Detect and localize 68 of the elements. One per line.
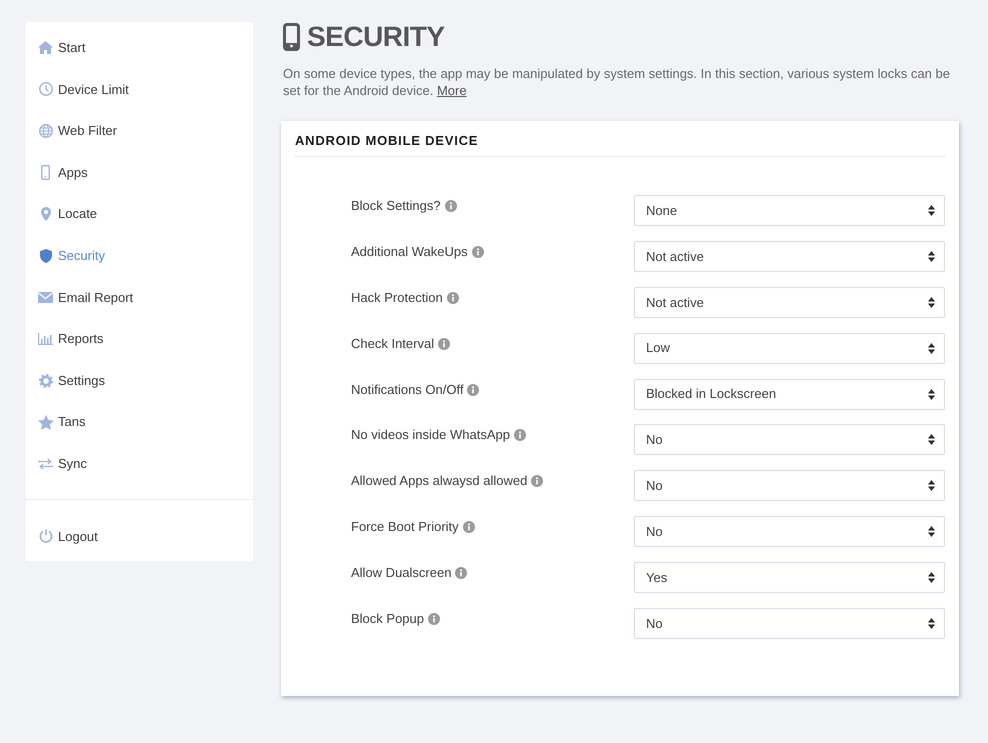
sidebar-item[interactable]: Locate — [26, 193, 253, 235]
map-pin-icon — [40, 207, 50, 222]
sidebar-item[interactable]: Settings — [26, 360, 253, 402]
setting-label: Allow Dualscreen — [351, 565, 452, 582]
sidebar-item[interactable]: Web Filter — [26, 110, 253, 152]
updown-caret-icon — [928, 205, 935, 216]
sidebar-item[interactable]: Tans — [26, 401, 253, 443]
info-icon[interactable] — [428, 613, 440, 626]
setting-label: Force Boot Priority — [351, 519, 459, 536]
dropdown-select[interactable]: Not active — [634, 240, 945, 272]
dropdown-select[interactable]: Low — [634, 332, 945, 364]
logout-link[interactable]: Logout — [26, 516, 253, 558]
page-title: SECURITY — [307, 20, 445, 54]
setting-label: Allowed Apps alwaysd allowed — [351, 473, 528, 490]
updown-caret-icon — [928, 296, 935, 308]
setting-label: Additional WakeUps — [351, 244, 468, 260]
setting-label: Block Popup — [351, 611, 424, 628]
setting-label: Block Settings? — [351, 198, 441, 214]
updown-caret-icon — [928, 388, 935, 400]
dropdown-select[interactable]: None — [634, 195, 945, 226]
globe-icon — [38, 124, 52, 138]
info-icon[interactable] — [438, 338, 450, 350]
setting-label: Notifications On/Off — [351, 382, 464, 398]
sidebar-item[interactable]: Device Limit — [26, 68, 253, 110]
setting-label: Hack Protection — [351, 290, 443, 306]
power-icon — [38, 529, 52, 544]
setting-label: No videos inside WhatsApp — [351, 427, 510, 444]
info-icon[interactable] — [462, 521, 475, 534]
bar-chart-icon — [38, 332, 53, 345]
gear-icon — [38, 374, 52, 388]
updown-caret-icon — [928, 572, 935, 584]
dropdown-select[interactable]: No — [634, 470, 945, 502]
info-icon[interactable] — [472, 246, 484, 258]
info-icon[interactable] — [455, 567, 468, 580]
sidebar-item[interactable]: Reports — [26, 318, 253, 360]
info-icon[interactable] — [446, 292, 459, 304]
envelope-icon — [38, 292, 53, 303]
card-title: ANDROID MOBILE DEVICE — [295, 133, 480, 149]
dropdown-select[interactable]: No — [634, 424, 945, 456]
clock-icon — [38, 82, 52, 96]
updown-caret-icon — [928, 250, 935, 262]
info-icon[interactable] — [531, 475, 544, 488]
dropdown-select[interactable]: No — [634, 516, 945, 548]
dropdown-select[interactable]: Not active — [634, 286, 945, 318]
updown-caret-icon — [928, 526, 935, 538]
home-icon — [38, 41, 53, 54]
dropdown-select[interactable]: No — [634, 608, 945, 640]
info-icon[interactable] — [514, 429, 526, 442]
sidebar-item[interactable]: Email Report — [26, 276, 253, 318]
sync-arrows-icon — [38, 458, 53, 470]
phone-icon — [283, 23, 300, 51]
more-link[interactable]: More — [436, 83, 467, 98]
shield-icon — [40, 248, 52, 263]
phone-icon — [41, 165, 50, 180]
sidebar-item[interactable]: Sync — [26, 442, 253, 485]
updown-caret-icon — [928, 480, 935, 492]
dropdown-select[interactable]: Blocked in Lockscreen — [634, 378, 945, 410]
updown-caret-icon — [928, 342, 935, 354]
dropdown-select[interactable]: Yes — [634, 562, 945, 594]
sidebar-item[interactable]: Start — [26, 27, 253, 69]
star-icon — [38, 414, 54, 430]
description-text: On some device types, the app may be manipulated by system settings. In this section, various system locks can be set for the Android device. More — [283, 65, 951, 99]
info-icon[interactable] — [444, 200, 457, 212]
sidebar-item[interactable]: Apps — [26, 152, 253, 194]
updown-caret-icon — [928, 618, 935, 630]
updown-caret-icon — [928, 434, 935, 446]
setting-label: Check Interval — [351, 336, 434, 352]
info-icon[interactable] — [467, 384, 480, 396]
